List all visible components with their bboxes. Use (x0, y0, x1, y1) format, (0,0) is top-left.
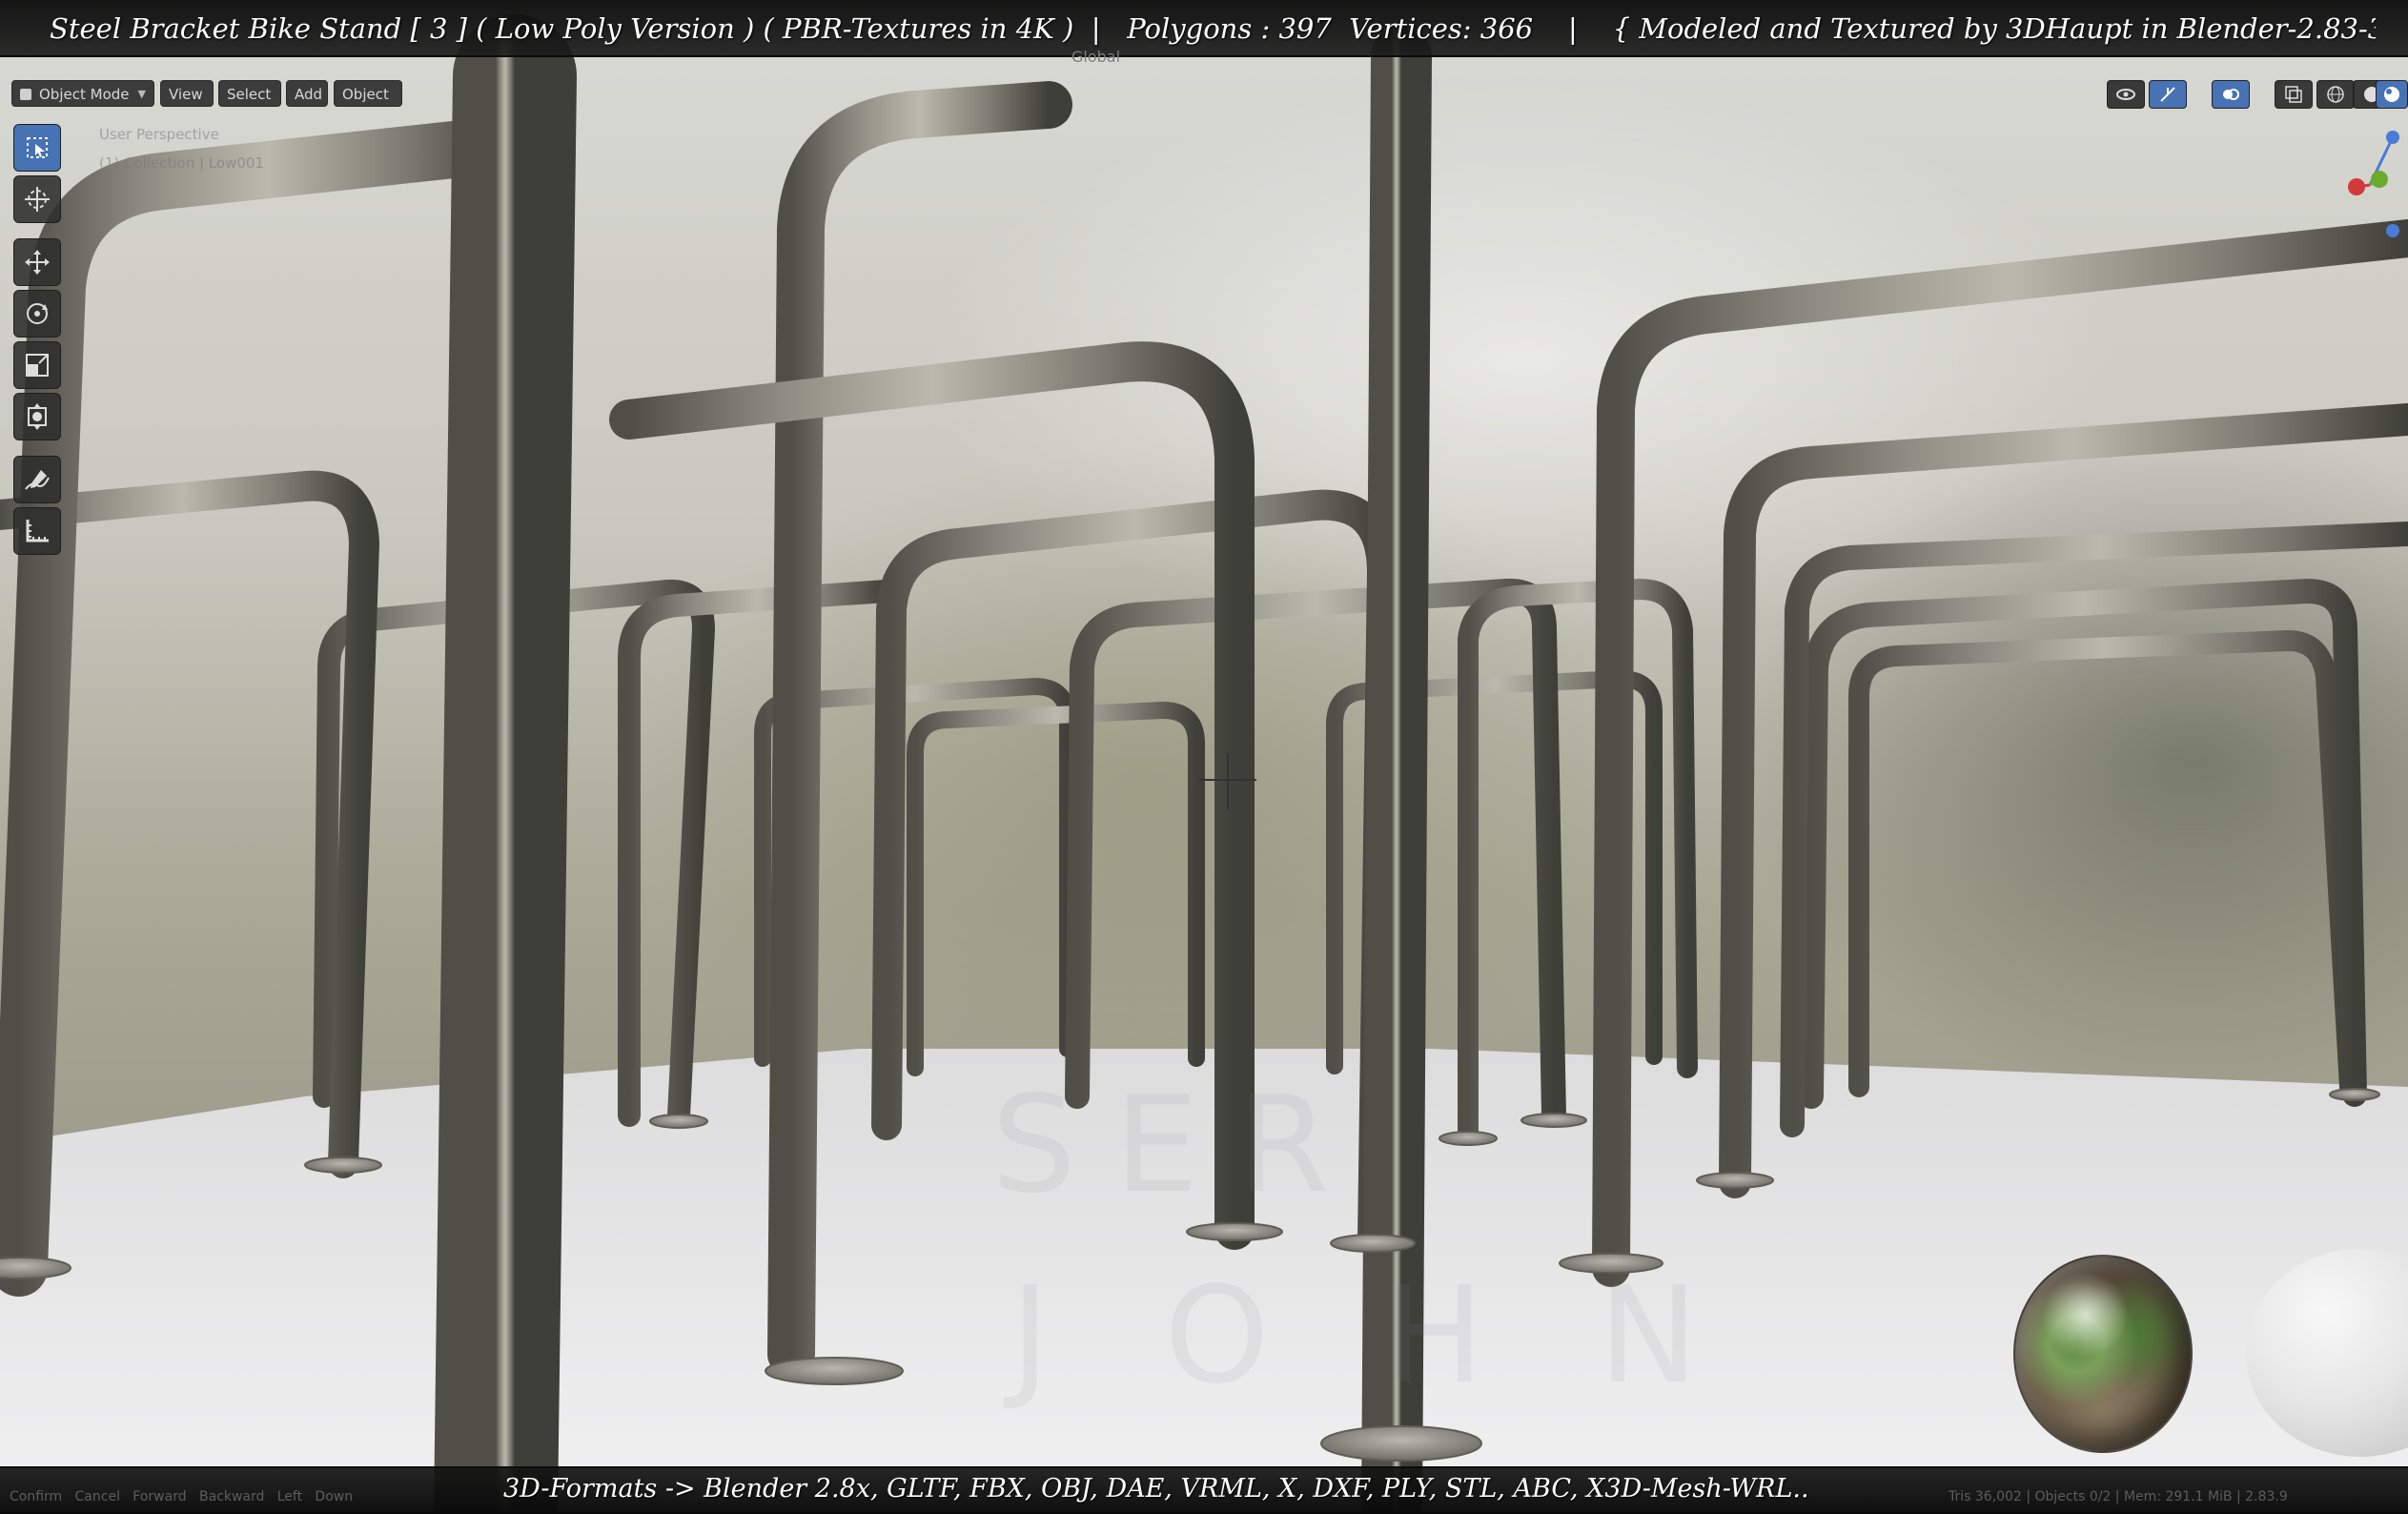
object-menu[interactable]: Object (334, 80, 402, 107)
move-icon (25, 250, 50, 275)
wireframe-sphere-icon (2327, 86, 2344, 103)
gizmo-icon (2160, 87, 2175, 102)
rotate-icon (27, 303, 48, 324)
select-box-icon (27, 137, 48, 158)
transform-icon (28, 403, 47, 430)
rotate-tool[interactable] (13, 290, 61, 338)
add-menu[interactable]: Add (286, 80, 328, 107)
material-preview-button[interactable] (2376, 80, 2408, 109)
y-axis-handle (2371, 171, 2388, 188)
annotate-tool[interactable] (13, 456, 61, 503)
select-box-tool[interactable] (13, 124, 61, 172)
move-tool[interactable] (13, 238, 61, 286)
annotate-icon (25, 470, 50, 490)
overlays-icon (2223, 89, 2239, 100)
eye-icon (2116, 89, 2135, 100)
negative-z-axis-handle (2386, 224, 2399, 237)
measure-icon (26, 520, 49, 542)
export-formats-banner: 3D-Formats -> Blender 2.8x, GLTF, FBX, O… (503, 1474, 1809, 1504)
tool-shelf (13, 124, 63, 555)
measure-tool[interactable] (13, 507, 61, 555)
hdri-preview-sphere (2013, 1255, 2193, 1453)
transform-orientation-dropdown[interactable]: Global (1071, 48, 1120, 69)
cursor-tool[interactable] (13, 175, 61, 223)
viewport-collection-label: (1) Collection | Low001 (99, 154, 264, 172)
object-mode-label: Object Mode (39, 86, 130, 103)
xray-icon (2285, 86, 2302, 103)
navigation-gizmo[interactable] (2316, 118, 2408, 252)
watermark-line-1: SER (991, 1068, 1368, 1223)
scale-tool[interactable] (13, 341, 61, 389)
x-axis-handle (2348, 178, 2365, 195)
transform-tool[interactable] (13, 393, 61, 440)
object-mode-dropdown[interactable]: Object Mode ▼ (11, 80, 154, 107)
model-title-banner: Steel Bracket Bike Stand [ 3 ] ( Low Pol… (50, 12, 2376, 45)
gizmo-toggle[interactable] (2149, 80, 2187, 109)
xray-toggle[interactable] (2275, 80, 2313, 109)
visibility-toggle[interactable] (2107, 80, 2145, 109)
status-bar-keymap-hints: Confirm Cancel Forward Backward Left Dow… (10, 1489, 354, 1504)
overlays-toggle[interactable] (2212, 80, 2250, 109)
chevron-down-icon: ▼ (137, 88, 146, 100)
cursor-icon (25, 187, 50, 212)
viewport-overlay-controls (2107, 80, 2408, 111)
viewport-perspective-label: User Perspective (99, 126, 219, 143)
z-axis-handle (2386, 131, 2399, 144)
3d-viewport[interactable]: SER JOHN Object Mode ▼ View Select Add Ob… (0, 0, 2408, 1512)
select-menu[interactable]: Select (218, 80, 281, 107)
wireframe-shading-button[interactable] (2316, 80, 2355, 109)
object-mode-icon (20, 89, 31, 100)
scale-icon (26, 354, 49, 377)
material-sphere-icon (2384, 87, 2399, 102)
view-menu[interactable]: View (160, 80, 214, 107)
watermark-line-2: JOHN (1010, 1258, 1813, 1414)
